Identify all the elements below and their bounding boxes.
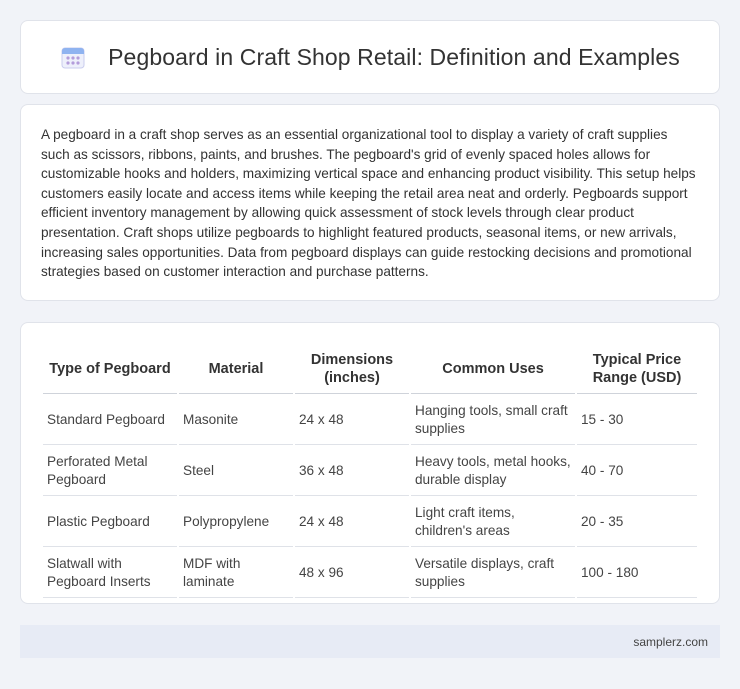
cell-price-range: 100 - 180 [577, 549, 697, 598]
cell-common-uses: Light craft items, children's areas [411, 498, 575, 547]
table-header-row: Type of Pegboard Material Dimensions (in… [43, 345, 697, 394]
pegboard-table: Type of Pegboard Material Dimensions (in… [41, 343, 699, 600]
header-type: Type of Pegboard [43, 345, 177, 394]
table-row: Perforated Metal Pegboard Steel 36 x 48 … [43, 447, 697, 496]
table-card: Type of Pegboard Material Dimensions (in… [20, 322, 720, 604]
cell-price-range: 40 - 70 [577, 447, 697, 496]
calendar-icon [60, 44, 86, 70]
cell-material: Masonite [179, 396, 293, 445]
intro-paragraph: A pegboard in a craft shop serves as an … [41, 127, 696, 280]
cell-common-uses: Hanging tools, small craft supplies [411, 396, 575, 445]
footer: samplerz.com [20, 625, 720, 658]
cell-material: Polypropylene [179, 498, 293, 547]
cell-common-uses: Heavy tools, metal hooks, durable displa… [411, 447, 575, 496]
header-card: Pegboard in Craft Shop Retail: Definitio… [20, 20, 720, 94]
footer-site: samplerz.com [633, 634, 708, 649]
header-material: Material [179, 345, 293, 394]
cell-type: Slatwall with Pegboard Inserts [43, 549, 177, 598]
table-row: Slatwall with Pegboard Inserts MDF with … [43, 549, 697, 598]
cell-price-range: 15 - 30 [577, 396, 697, 445]
page-title: Pegboard in Craft Shop Retail: Definitio… [108, 43, 680, 70]
cell-dimensions: 24 x 48 [295, 498, 409, 547]
cell-material: Steel [179, 447, 293, 496]
cell-type: Standard Pegboard [43, 396, 177, 445]
cell-price-range: 20 - 35 [577, 498, 697, 547]
cell-dimensions: 24 x 48 [295, 396, 409, 445]
cell-dimensions: 48 x 96 [295, 549, 409, 598]
intro-card: A pegboard in a craft shop serves as an … [20, 104, 720, 301]
cell-type: Plastic Pegboard [43, 498, 177, 547]
cell-type: Perforated Metal Pegboard [43, 447, 177, 496]
table-row: Standard Pegboard Masonite 24 x 48 Hangi… [43, 396, 697, 445]
header-price-range: Typical Price Range (USD) [577, 345, 697, 394]
cell-common-uses: Versatile displays, craft supplies [411, 549, 575, 598]
header-dimensions: Dimensions (inches) [295, 345, 409, 394]
header-common-uses: Common Uses [411, 345, 575, 394]
cell-material: MDF with laminate [179, 549, 293, 598]
table-row: Plastic Pegboard Polypropylene 24 x 48 L… [43, 498, 697, 547]
cell-dimensions: 36 x 48 [295, 447, 409, 496]
